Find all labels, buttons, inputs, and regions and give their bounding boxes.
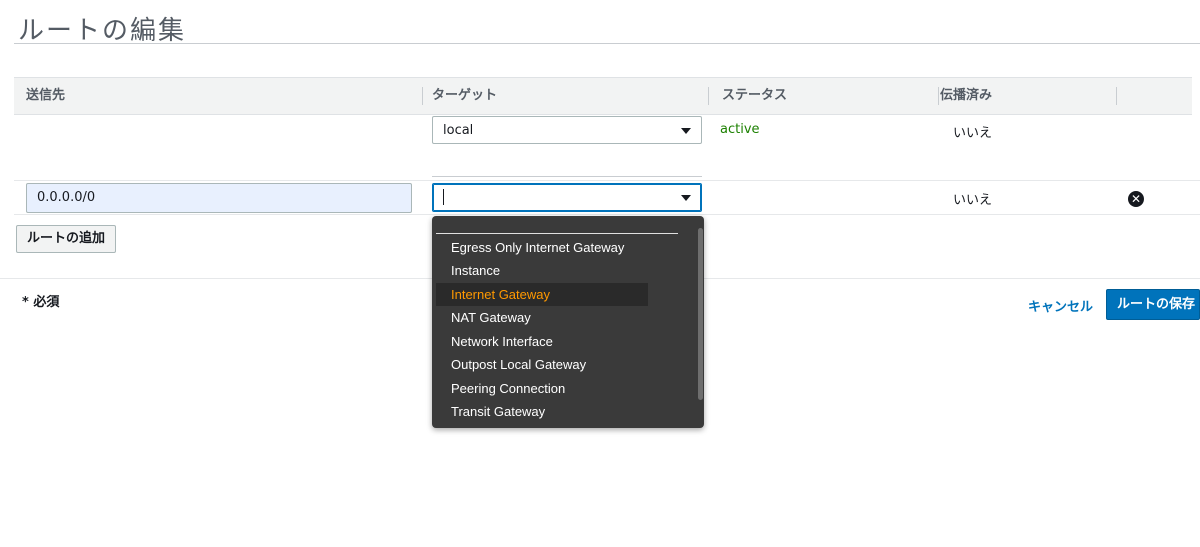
propagated-text: いいえ <box>953 193 993 208</box>
dropdown-option[interactable]: Peering Connection <box>436 377 648 400</box>
target-dropdown-menu: Egress Only Internet Gateway Instance In… <box>432 216 704 428</box>
dropdown-option[interactable]: Egress Only Internet Gateway <box>436 236 648 259</box>
row-divider <box>14 214 1200 215</box>
dropdown-divider <box>436 233 678 234</box>
header-propagated: 伝播済み <box>940 88 993 103</box>
header-separator <box>938 87 939 105</box>
dropdown-option[interactable]: NAT Gateway <box>436 306 648 329</box>
header-destination: 送信先 <box>26 88 66 103</box>
status-text: active <box>720 122 760 137</box>
destination-input[interactable]: 0.0.0.0/0 <box>26 183 412 213</box>
add-route-button[interactable]: ルートの追加 <box>16 225 117 253</box>
routes-table-header: 送信先 ターゲット ステータス 伝播済み <box>14 77 1192 115</box>
dropdown-option[interactable]: Network Interface <box>436 330 648 353</box>
header-status: ステータス <box>722 88 788 103</box>
dropdown-option-highlighted[interactable]: Internet Gateway <box>436 283 648 306</box>
row-divider <box>432 176 702 177</box>
header-target: ターゲット <box>432 88 498 103</box>
title-divider <box>14 43 1200 44</box>
chevron-down-icon <box>681 128 691 134</box>
target-select-new[interactable] <box>432 183 702 212</box>
header-separator <box>422 87 423 105</box>
header-separator <box>708 87 709 105</box>
propagated-text: いいえ <box>953 126 993 141</box>
target-select-value: local <box>443 123 474 138</box>
save-routes-button[interactable]: ルートの保存 <box>1106 289 1200 320</box>
row-divider <box>14 180 1200 181</box>
dropdown-option[interactable]: Transit Gateway <box>436 400 648 423</box>
text-cursor <box>443 189 444 205</box>
dropdown-option[interactable]: Instance <box>436 259 648 282</box>
required-note: * 必須 <box>22 295 60 310</box>
chevron-down-icon <box>681 195 691 201</box>
target-select-local[interactable]: local <box>432 116 702 144</box>
dropdown-scrollbar[interactable] <box>698 228 703 400</box>
cancel-button[interactable]: キャンセル <box>1028 296 1093 315</box>
page-title: ルートの編集 <box>18 16 187 46</box>
header-separator <box>1116 87 1117 105</box>
dropdown-option[interactable]: Outpost Local Gateway <box>436 353 648 376</box>
close-circle-icon[interactable]: ✕ <box>1128 191 1144 207</box>
